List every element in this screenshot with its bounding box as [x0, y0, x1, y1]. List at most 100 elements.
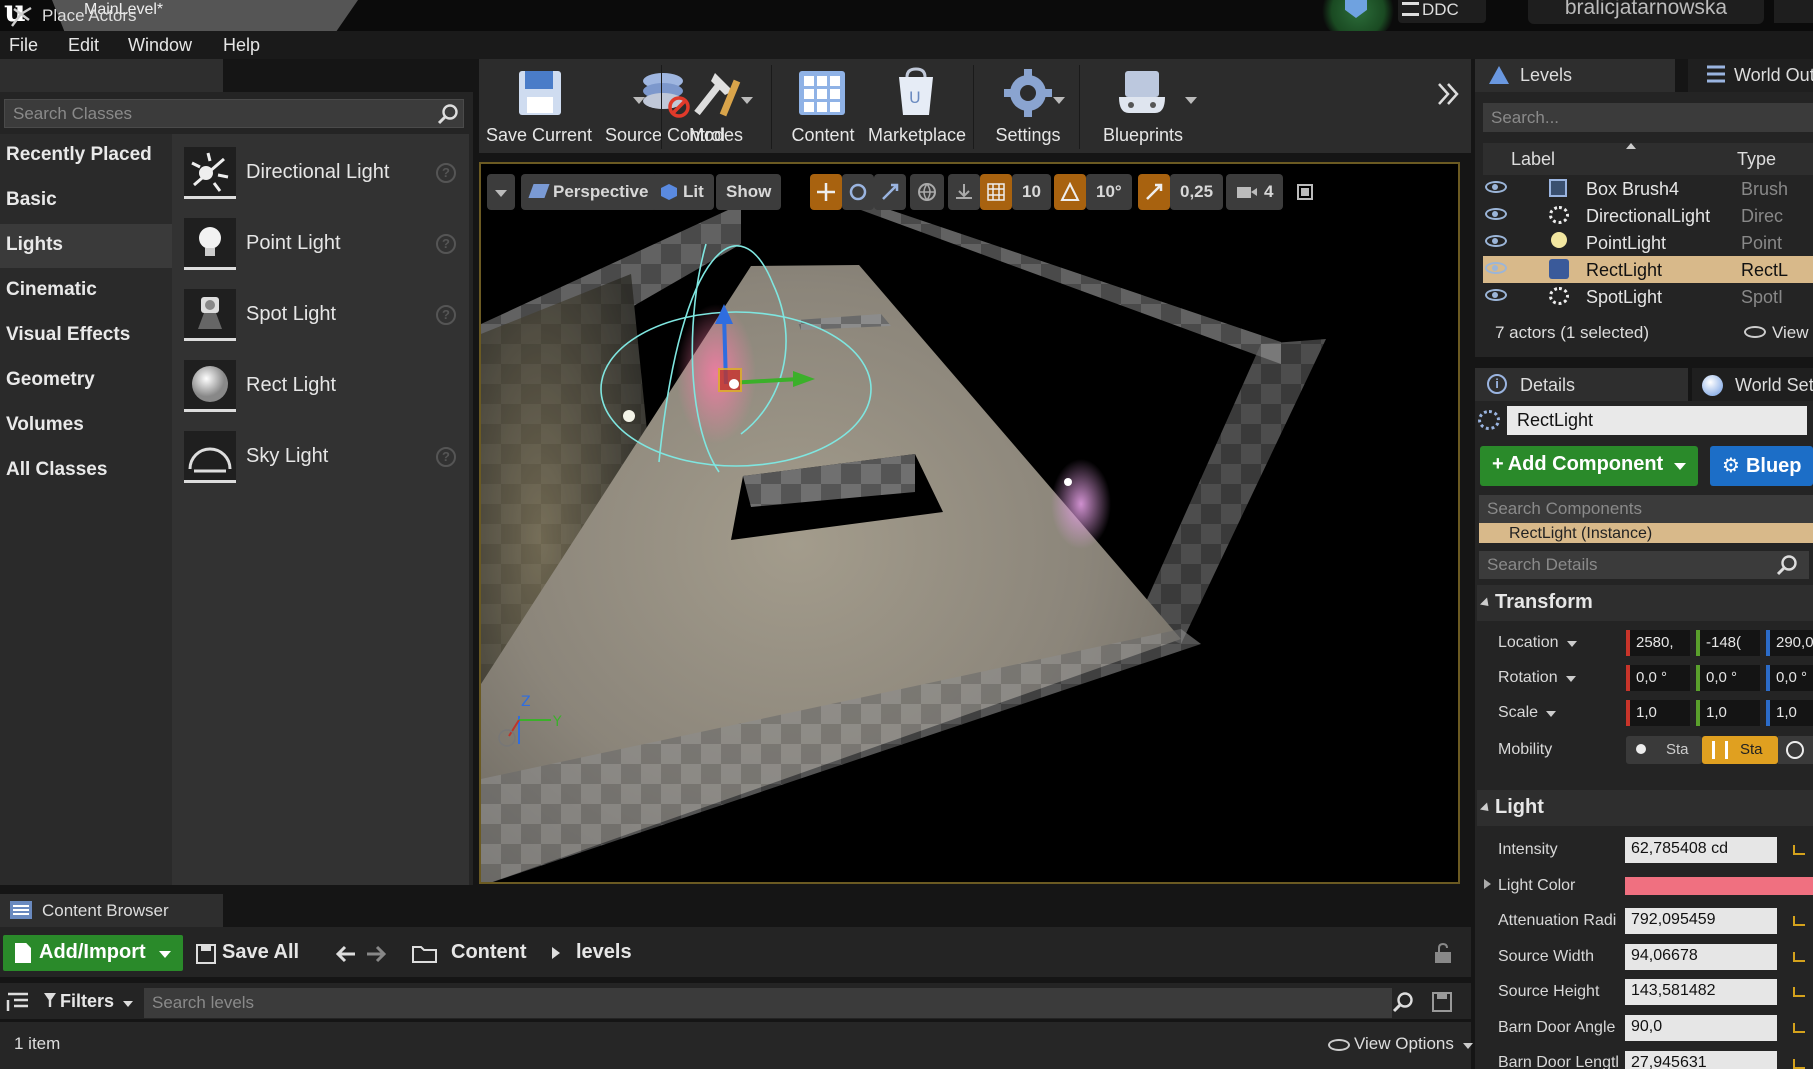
toolbar-overflow-icon[interactable]	[1436, 81, 1460, 107]
grid-snap-value[interactable]: 10	[1012, 174, 1051, 210]
blueprints-dropdown-icon[interactable]	[1185, 97, 1197, 104]
add-import-button[interactable]: Add/Import	[3, 935, 183, 971]
search-levels-input[interactable]: Search levels	[144, 988, 1392, 1018]
maximize-viewport-icon[interactable]	[1297, 184, 1313, 200]
grid-snap-toggle[interactable]	[980, 174, 1012, 210]
sources-toggle-icon[interactable]	[6, 991, 30, 1013]
back-arrow-icon[interactable]	[335, 944, 357, 964]
search-classes-input[interactable]: Search Classes	[4, 99, 464, 128]
help-icon[interactable]: ?	[436, 305, 456, 325]
show-button[interactable]: Show	[716, 174, 782, 210]
blueprint-button[interactable]: ⚙ Bluep	[1710, 446, 1813, 486]
actor-spot-light[interactable]: Spot Light	[246, 303, 336, 326]
location-y-field[interactable]: -148(	[1696, 630, 1760, 656]
scale-mode-button[interactable]	[874, 174, 906, 210]
save-all-button[interactable]: Save All	[222, 941, 299, 964]
scene-render[interactable]: Z Y	[481, 164, 1460, 884]
actor-rect-light[interactable]: Rect Light	[246, 374, 336, 397]
source-control-dropdown-icon[interactable]	[633, 97, 645, 104]
help-icon[interactable]: ?	[436, 234, 456, 254]
location-x-field[interactable]: 2580,	[1626, 630, 1690, 656]
category-volumes[interactable]: Volumes	[0, 404, 172, 448]
mobility-static-option[interactable]: Sta	[1626, 736, 1702, 764]
place-actors-tab[interactable]	[0, 59, 223, 92]
visibility-eye-icon[interactable]	[1485, 235, 1507, 247]
modes-dropdown-icon[interactable]	[741, 97, 753, 104]
visibility-eye-icon[interactable]	[1485, 208, 1507, 220]
window-controls[interactable]	[1774, 0, 1813, 23]
coordinate-space-button[interactable]	[910, 174, 944, 210]
search-icon[interactable]	[1776, 554, 1798, 576]
mobility-stationary-option[interactable]: Sta	[1702, 736, 1778, 764]
category-lights[interactable]: Lights	[0, 224, 172, 268]
camera-speed-button[interactable]: 4	[1226, 174, 1284, 210]
actor-sky-light[interactable]: Sky Light	[246, 445, 328, 468]
location-label[interactable]: Location	[1498, 634, 1577, 652]
rect-light-icon[interactable]	[184, 360, 236, 412]
rotation-snap-toggle[interactable]	[1054, 174, 1086, 210]
help-icon[interactable]: ?	[436, 447, 456, 467]
translate-mode-button[interactable]	[810, 174, 842, 210]
breadcrumb-separator-icon[interactable]	[552, 947, 560, 959]
column-label[interactable]: Label	[1511, 149, 1555, 170]
reset-to-default-icon[interactable]	[1793, 845, 1805, 855]
rotation-y-field[interactable]: 0,0 °	[1696, 665, 1760, 691]
spot-light-icon[interactable]	[184, 289, 236, 341]
reset-to-default-icon[interactable]	[1793, 916, 1805, 926]
rotation-x-field[interactable]: 0,0 °	[1626, 665, 1690, 691]
breadcrumb-content[interactable]: Content	[451, 941, 527, 964]
light-section-header[interactable]: Light	[1477, 790, 1813, 826]
actor-name-field[interactable]: RectLight	[1507, 406, 1807, 435]
breadcrumb-levels[interactable]: levels	[576, 941, 632, 964]
lighting-mode-button[interactable]: Lit	[651, 174, 714, 210]
forward-arrow-icon[interactable]	[365, 944, 387, 964]
search-icon[interactable]	[1392, 991, 1414, 1013]
surface-snap-button[interactable]	[948, 174, 980, 210]
outliner-row[interactable]: Box Brush4 Brush	[1483, 175, 1813, 202]
rotation-snap-value[interactable]: 10°	[1086, 174, 1132, 210]
blueprints-button[interactable]: Blueprints	[1085, 59, 1201, 154]
outliner-row[interactable]: PointLight Point	[1483, 229, 1813, 256]
reset-to-default-icon[interactable]	[1793, 1059, 1805, 1069]
category-visual-effects[interactable]: Visual Effects	[0, 314, 172, 358]
save-search-icon[interactable]	[1432, 992, 1452, 1012]
scale-snap-toggle[interactable]	[1138, 174, 1170, 210]
source-width-field[interactable]: 94,06678	[1625, 944, 1777, 970]
category-basic[interactable]: Basic	[0, 179, 172, 223]
column-type[interactable]: Type	[1737, 149, 1776, 170]
directional-light-icon[interactable]	[184, 147, 236, 199]
barn-door-length-field[interactable]: 27,945631	[1625, 1051, 1777, 1069]
search-components-input[interactable]: Search Components	[1479, 495, 1813, 523]
level-viewport[interactable]: Z Y Perspective Lit Show 10 10° 0,25 4	[479, 162, 1460, 884]
ddc-badge[interactable]: DDC	[1398, 0, 1486, 23]
scale-y-field[interactable]: 1,0	[1696, 700, 1760, 726]
scale-z-field[interactable]: 1,0	[1766, 700, 1813, 726]
lock-icon[interactable]	[1432, 942, 1454, 964]
menu-window[interactable]: Window	[128, 35, 192, 56]
view-mode-button[interactable]: Perspective	[521, 174, 659, 210]
marketplace-button[interactable]: U Marketplace	[865, 59, 969, 154]
category-cinematic[interactable]: Cinematic	[0, 269, 172, 313]
source-height-field[interactable]: 143,581482	[1625, 979, 1777, 1005]
scale-x-field[interactable]: 1,0	[1626, 700, 1690, 726]
user-badge[interactable]: bralicjatarnowska	[1528, 0, 1764, 24]
outliner-row[interactable]: DirectionalLight Direc	[1483, 202, 1813, 229]
search-details-input[interactable]: Search Details	[1479, 551, 1809, 579]
rotation-label[interactable]: Rotation	[1498, 669, 1577, 687]
point-light-icon[interactable]	[184, 218, 236, 270]
menu-help[interactable]: Help	[223, 35, 260, 56]
outliner-search-input[interactable]: Search...	[1483, 103, 1813, 132]
intensity-field[interactable]: 62,785408 cd	[1625, 837, 1777, 863]
attenuation-radius-field[interactable]: 792,095459	[1625, 908, 1777, 934]
transform-section-header[interactable]: Transform	[1477, 585, 1813, 621]
location-z-field[interactable]: 290,0	[1766, 630, 1813, 656]
mobility-movable-option[interactable]	[1778, 736, 1813, 764]
outliner-row[interactable]: SpotLight SpotI	[1483, 283, 1813, 310]
category-recently-placed[interactable]: Recently Placed	[0, 134, 172, 178]
menu-edit[interactable]: Edit	[68, 35, 99, 56]
search-icon[interactable]	[437, 103, 459, 125]
actor-directional-light[interactable]: Directional Light	[246, 161, 389, 184]
settings-button[interactable]: Settings	[979, 59, 1077, 154]
viewport-options-button[interactable]	[487, 174, 515, 210]
outliner-row-selected[interactable]: RectLight RectL	[1483, 256, 1813, 283]
